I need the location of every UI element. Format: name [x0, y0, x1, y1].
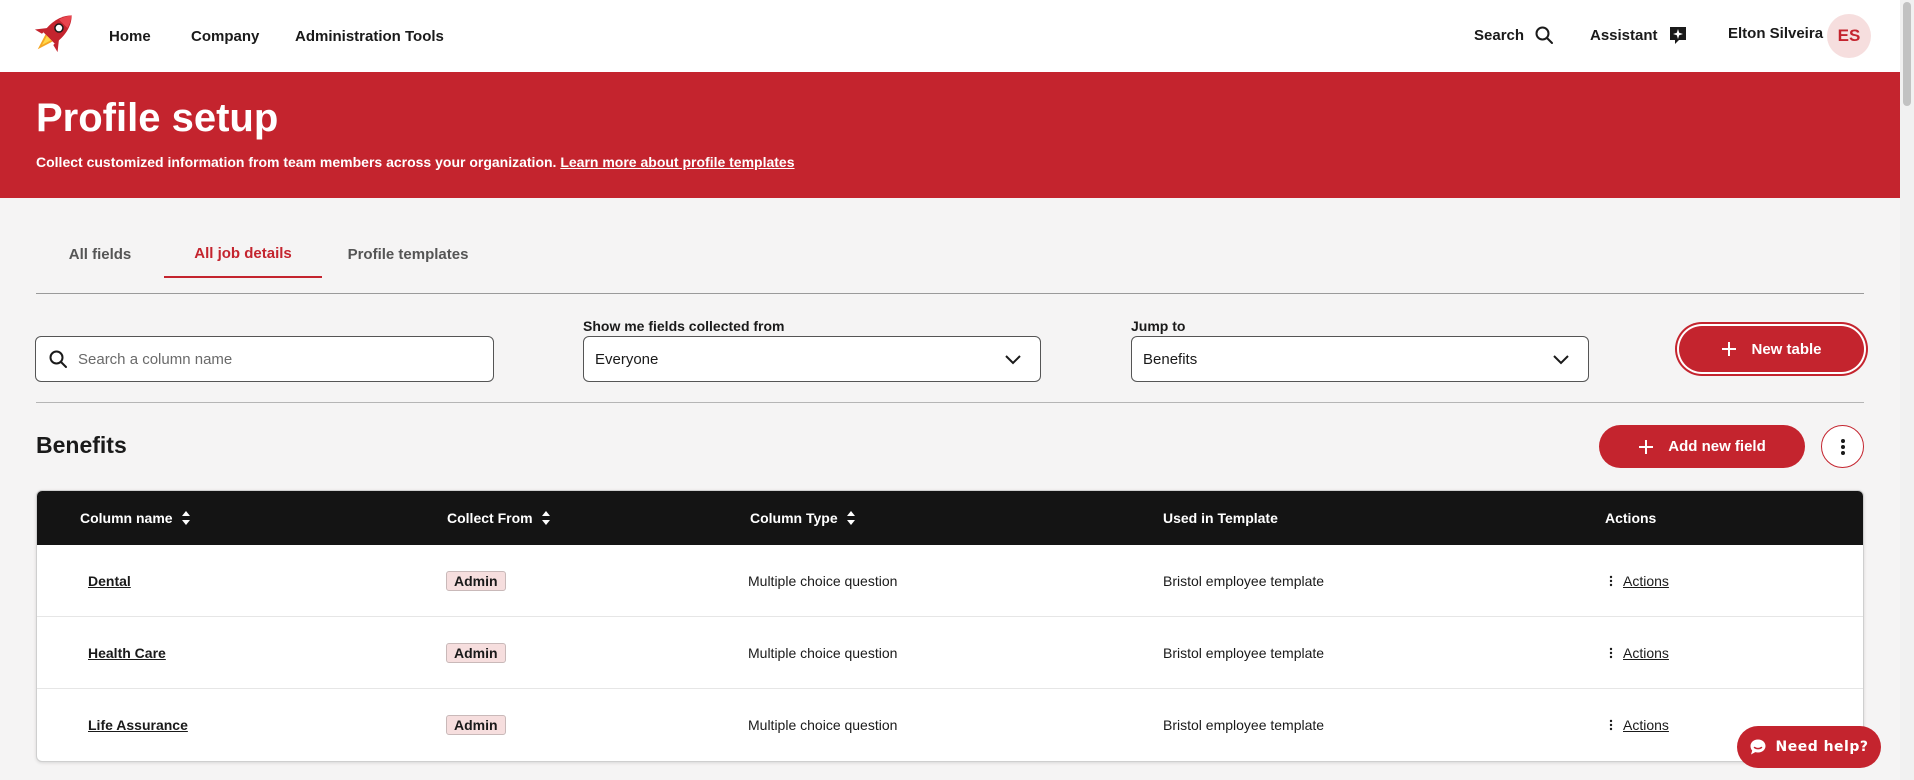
kebab-icon — [1609, 719, 1613, 731]
column-header-label: Collect From — [447, 510, 533, 526]
learn-more-link[interactable]: Learn more about profile templates — [560, 154, 794, 170]
jump-to-select[interactable]: Benefits — [1131, 336, 1589, 382]
collect-from-badge: Admin — [446, 571, 506, 591]
show-from-select[interactable]: Everyone — [583, 336, 1041, 382]
top-navigation: Home Company Administration Tools Search… — [0, 0, 1900, 72]
kebab-icon — [1609, 647, 1613, 659]
assistant-sparkle-icon — [1669, 27, 1686, 44]
tab-all-fields[interactable]: All fields — [36, 230, 164, 278]
divider — [36, 402, 1864, 403]
chat-bubble-icon — [1750, 739, 1766, 755]
section-title: Benefits — [36, 432, 127, 458]
collect-from-badge: Admin — [446, 715, 506, 735]
column-name-link[interactable]: Dental — [88, 573, 131, 589]
page-description: Collect customized information from team… — [36, 154, 795, 170]
tab-all-job-details[interactable]: All job details — [164, 230, 322, 278]
row-actions-label: Actions — [1623, 645, 1669, 661]
show-from-value: Everyone — [595, 350, 659, 368]
search-input-container[interactable] — [35, 336, 494, 382]
column-type-text: Multiple choice question — [748, 645, 898, 661]
hero-banner: Profile setup Collect customized informa… — [0, 72, 1900, 198]
row-actions-button[interactable]: Actions — [1609, 717, 1669, 733]
column-type-text: Multiple choice question — [748, 573, 898, 589]
template-text: Bristol employee template — [1163, 573, 1325, 589]
kebab-icon — [1609, 575, 1613, 587]
nav-home-link[interactable]: Home — [109, 28, 151, 45]
template-text: Bristol employee template — [1163, 645, 1325, 661]
assistant-button[interactable]: Assistant — [1590, 25, 1688, 45]
chevron-down-icon — [1005, 355, 1021, 365]
plus-icon — [1639, 439, 1654, 454]
table-row: Life Assurance Admin Multiple choice que… — [37, 689, 1863, 761]
template-text: Bristol employee template — [1163, 717, 1325, 733]
column-header-label: Used in Template — [1163, 510, 1278, 526]
need-help-label: Need help? — [1775, 739, 1869, 755]
section-more-options-button[interactable] — [1821, 425, 1864, 468]
avatar[interactable]: ES — [1827, 14, 1871, 58]
sort-icon — [846, 511, 855, 525]
row-actions-button[interactable]: Actions — [1609, 573, 1669, 589]
page-description-text: Collect customized information from team… — [36, 154, 557, 170]
row-actions-label: Actions — [1623, 717, 1669, 733]
nav-company-link[interactable]: Company — [191, 28, 259, 45]
search-label: Search — [1474, 26, 1525, 44]
column-header-column-type[interactable]: Column Type — [750, 491, 856, 545]
column-header-label: Column name — [80, 510, 173, 526]
search-button[interactable]: Search — [1474, 25, 1554, 45]
show-from-label: Show me fields collected from — [583, 318, 785, 334]
search-icon — [1535, 26, 1554, 44]
add-new-field-button[interactable]: Add new field — [1599, 425, 1805, 468]
collect-from-badge: Admin — [446, 643, 506, 663]
new-table-label: New table — [1751, 340, 1822, 358]
page-scrollbar[interactable] — [1900, 0, 1914, 780]
row-actions-button[interactable]: Actions — [1609, 645, 1669, 661]
need-help-button[interactable]: Need help? — [1737, 726, 1881, 768]
assistant-label: Assistant — [1590, 26, 1658, 44]
column-name-link[interactable]: Health Care — [88, 645, 166, 661]
sort-icon — [541, 511, 550, 525]
column-type-text: Multiple choice question — [748, 717, 898, 733]
add-new-field-label: Add new field — [1668, 438, 1766, 455]
column-header-label: Column Type — [750, 510, 838, 526]
jump-to-value: Benefits — [1143, 350, 1198, 368]
plus-icon — [1722, 342, 1737, 356]
row-actions-label: Actions — [1623, 573, 1669, 589]
new-table-button[interactable]: New table — [1679, 326, 1864, 372]
table-row: Dental Admin Multiple choice question Br… — [37, 545, 1863, 617]
search-input[interactable] — [78, 350, 493, 368]
column-header-actions: Actions — [1605, 491, 1656, 545]
page-scrollbar-thumb[interactable] — [1903, 2, 1911, 106]
jump-to-label: Jump to — [1131, 318, 1186, 334]
search-icon — [49, 350, 67, 368]
column-header-collect-from[interactable]: Collect From — [447, 491, 551, 545]
nav-administration-tools-link[interactable]: Administration Tools — [295, 28, 444, 45]
tab-profile-templates[interactable]: Profile templates — [322, 230, 494, 278]
table-row: Health Care Admin Multiple choice questi… — [37, 617, 1863, 689]
sort-icon — [181, 511, 190, 525]
tab-bar: All fields All job details Profile templ… — [36, 216, 1864, 294]
column-header-label: Actions — [1605, 510, 1657, 526]
benefits-table: Column name Collect From Column Type Use… — [36, 490, 1864, 762]
kebab-icon — [1840, 438, 1845, 455]
user-name[interactable]: Elton Silveira — [1728, 25, 1823, 42]
rocket-logo[interactable] — [26, 6, 82, 60]
column-header-used-in-template: Used in Template — [1163, 491, 1278, 545]
page-title: Profile setup — [36, 96, 279, 140]
table-header: Column name Collect From Column Type Use… — [37, 491, 1863, 545]
column-header-column-name[interactable]: Column name — [80, 491, 191, 545]
column-name-link[interactable]: Life Assurance — [88, 717, 188, 733]
chevron-down-icon — [1553, 355, 1569, 365]
